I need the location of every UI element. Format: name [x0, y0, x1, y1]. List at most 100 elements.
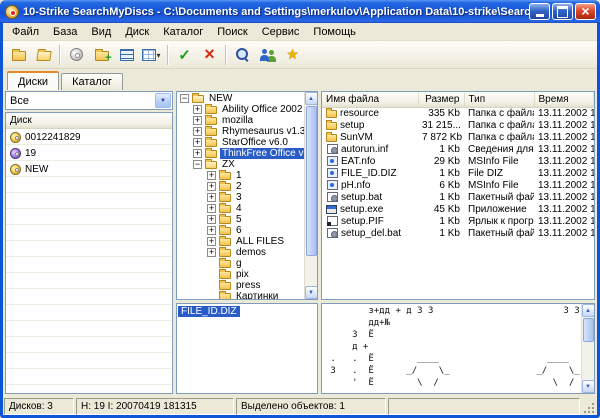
disk-row[interactable]: 0012241829 — [6, 129, 172, 145]
file-size: 31 215... — [418, 119, 464, 131]
file-row[interactable]: setup 31 215... Папка с файлами 13.11.20… — [322, 119, 594, 131]
add-disk-button[interactable] — [64, 43, 89, 67]
tree-node[interactable]: 3 — [177, 192, 304, 203]
expand-icon[interactable] — [193, 105, 202, 114]
menu-view[interactable]: Вид — [84, 24, 118, 40]
column-header-type[interactable]: Тип — [464, 92, 534, 107]
search-button[interactable] — [230, 43, 255, 67]
tree-node[interactable]: ZX — [177, 159, 304, 170]
expand-icon[interactable] — [207, 204, 216, 213]
file-row[interactable]: pH.nfo 6 Kb MSInfo File 13.11.2002 19:4 — [322, 179, 594, 191]
file-row[interactable]: EAT.nfo 29 Kb MSInfo File 13.11.2002 19:… — [322, 155, 594, 167]
expand-icon[interactable] — [193, 127, 202, 136]
app-window: 10-Strike SearchMyDiscs - C:\Documents a… — [0, 0, 600, 418]
tree-node[interactable]: ALL FILES — [177, 236, 304, 247]
chevron-down-icon[interactable] — [156, 49, 160, 61]
tree-node[interactable]: StarOffice v6.0 — [177, 137, 304, 148]
scrollbar-thumb[interactable] — [583, 318, 594, 342]
selected-file-label[interactable]: FILE_ID.DIZ — [178, 306, 240, 317]
collapse-icon[interactable] — [180, 94, 189, 103]
file-row[interactable]: autorun.inf 1 Kb Сведения для ус 13.11.2… — [322, 143, 594, 155]
menu-catalog[interactable]: Каталог — [156, 24, 210, 40]
file-row[interactable]: setup.bat 1 Kb Пакетный файл 13.11.2002 … — [322, 191, 594, 203]
expand-icon[interactable] — [207, 171, 216, 180]
tree-node[interactable]: press — [177, 280, 304, 291]
resize-grip[interactable] — [582, 398, 596, 415]
open-database-button[interactable] — [31, 43, 56, 67]
scroll-up-icon[interactable] — [305, 92, 318, 105]
collapse-icon[interactable] — [193, 160, 202, 169]
tree-node[interactable]: 1 — [177, 170, 304, 181]
file-row[interactable]: setup.PIF 1 Kb Ярлык к програм 13.11.200… — [322, 215, 594, 227]
expand-icon[interactable] — [207, 226, 216, 235]
column-header-size[interactable]: Размер — [418, 92, 464, 107]
column-header-name[interactable]: Имя файла — [322, 92, 418, 107]
tree-node[interactable]: Картинки — [177, 291, 304, 299]
tree-node[interactable]: Rhymesaurus v1.3 — [177, 126, 304, 137]
expand-icon[interactable] — [207, 215, 216, 224]
scroll-down-icon[interactable] — [582, 380, 595, 393]
new-database-button[interactable] — [6, 43, 31, 67]
tree-node[interactable]: 6 — [177, 225, 304, 236]
file-row[interactable]: SunVM 7 872 Kb Папка с файлами 13.11.200… — [322, 131, 594, 143]
menu-file[interactable]: Файл — [5, 24, 46, 40]
menu-disk[interactable]: Диск — [118, 24, 156, 40]
file-row[interactable]: setup.exe 45 Kb Приложение 13.11.2002 19… — [322, 203, 594, 215]
title-bar[interactable]: 10-Strike SearchMyDiscs - C:\Documents a… — [0, 0, 600, 23]
tree-node[interactable]: g — [177, 258, 304, 269]
tree-node-label: mozilla — [220, 115, 255, 126]
minimize-button[interactable] — [529, 3, 550, 20]
tree-node-selected[interactable]: ThinkFree Office v2.0 — [177, 148, 304, 159]
maximize-button[interactable] — [552, 3, 573, 20]
disk-filter-select[interactable]: Все — [5, 91, 173, 110]
folder-icon — [219, 282, 231, 290]
verify-button[interactable] — [172, 43, 197, 67]
expand-icon[interactable] — [193, 138, 202, 147]
disk-row[interactable]: NEW — [6, 161, 172, 177]
wizard-button[interactable] — [280, 43, 305, 67]
file-row[interactable]: resource 335 Kb Папка с файлами 13.11.20… — [322, 107, 594, 119]
tree-node[interactable]: NEW — [177, 93, 304, 104]
tree-node-label: ALL FILES — [234, 236, 286, 247]
folder-icon — [219, 205, 231, 213]
tab-catalog[interactable]: Каталог — [61, 73, 123, 90]
tree-node[interactable]: mozilla — [177, 115, 304, 126]
menu-help[interactable]: Помощь — [306, 24, 363, 40]
tree-node[interactable]: 2 — [177, 181, 304, 192]
column-header-time[interactable]: Время — [534, 92, 594, 107]
chevron-down-icon[interactable] — [155, 93, 171, 108]
menu-service[interactable]: Сервис — [255, 24, 307, 40]
tree-node[interactable]: Ability Office 2002 v3.0 — [177, 104, 304, 115]
close-button[interactable] — [575, 3, 596, 20]
table-view-button[interactable] — [139, 43, 164, 67]
expand-icon[interactable] — [207, 193, 216, 202]
tree-node[interactable]: pix — [177, 269, 304, 280]
scrollbar-thumb[interactable] — [306, 106, 317, 256]
expand-icon[interactable] — [207, 237, 216, 246]
scroll-down-icon[interactable] — [305, 286, 318, 299]
expand-icon[interactable] — [193, 116, 202, 125]
users-button[interactable] — [255, 43, 280, 67]
disk-row[interactable]: 19 — [6, 145, 172, 161]
tree-node[interactable]: 5 — [177, 214, 304, 225]
menu-database[interactable]: База — [46, 24, 84, 40]
disk-list: Диск 0012241829 19 NEW — [5, 112, 173, 394]
expand-icon[interactable] — [207, 182, 216, 191]
tab-disks[interactable]: Диски — [7, 71, 59, 90]
column-header-disk[interactable]: Диск — [6, 113, 172, 129]
menu-search[interactable]: Поиск — [210, 24, 254, 40]
scroll-up-icon[interactable] — [582, 304, 595, 317]
tree-node[interactable]: demos — [177, 247, 304, 258]
tree-view-button[interactable] — [114, 43, 139, 67]
expand-icon[interactable] — [193, 149, 202, 158]
tree-node[interactable]: 4 — [177, 203, 304, 214]
file-row[interactable]: FILE_ID.DIZ 1 Kb File DIZ 13.11.2002 19:… — [322, 167, 594, 179]
file-row[interactable]: setup_del.bat 1 Kb Пакетный файл 13.11.2… — [322, 227, 594, 239]
delete-button[interactable] — [197, 43, 222, 67]
expand-icon[interactable] — [207, 248, 216, 257]
add-folder-button[interactable] — [89, 43, 114, 67]
file-type: Папка с файлами — [464, 131, 534, 143]
disc-icon — [10, 164, 21, 175]
tree-scrollbar[interactable] — [304, 92, 317, 299]
preview-scrollbar[interactable] — [581, 304, 594, 393]
